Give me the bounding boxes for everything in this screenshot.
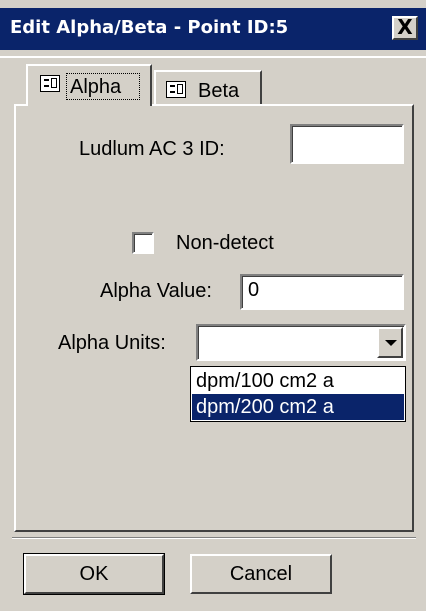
ludlum-id-label: Ludlum AC 3 ID: bbox=[79, 138, 225, 160]
tab-panel-alpha: Ludlum AC 3 ID: Non-detect Alpha Value: … bbox=[14, 104, 414, 532]
nondetect-checkbox[interactable] bbox=[132, 232, 154, 254]
close-button[interactable]: X bbox=[392, 16, 418, 40]
window-title: Edit Alpha/Beta - Point ID:5 bbox=[10, 17, 289, 38]
alpha-units-option-highlighted[interactable]: dpm/200 cm2 a bbox=[192, 394, 404, 420]
nondetect-label: Non-detect bbox=[176, 232, 274, 254]
divider bbox=[12, 537, 416, 539]
alpha-units-option[interactable]: dpm/100 cm2 a bbox=[192, 368, 404, 394]
tab-beta-label: Beta bbox=[198, 80, 240, 102]
tab-beta[interactable]: Beta bbox=[154, 70, 262, 108]
tab-alpha[interactable]: Alpha bbox=[26, 64, 152, 106]
cancel-button[interactable]: Cancel bbox=[190, 554, 332, 594]
form-icon bbox=[166, 81, 186, 98]
chevron-down-icon[interactable] bbox=[377, 327, 403, 358]
title-bar: Edit Alpha/Beta - Point ID:5 X bbox=[0, 0, 426, 58]
ok-button[interactable]: OK bbox=[23, 553, 165, 595]
alpha-units-dropdown-list: dpm/100 cm2 a dpm/200 cm2 a bbox=[190, 366, 406, 422]
alpha-value-label: Alpha Value: bbox=[100, 280, 212, 302]
ludlum-id-input[interactable] bbox=[290, 124, 404, 164]
alpha-value-input[interactable]: 0 bbox=[240, 274, 404, 310]
close-icon: X bbox=[397, 15, 413, 39]
focus-rectangle bbox=[66, 73, 140, 100]
form-icon bbox=[40, 75, 60, 92]
alpha-units-select[interactable] bbox=[196, 324, 406, 361]
alpha-units-label: Alpha Units: bbox=[58, 332, 166, 354]
